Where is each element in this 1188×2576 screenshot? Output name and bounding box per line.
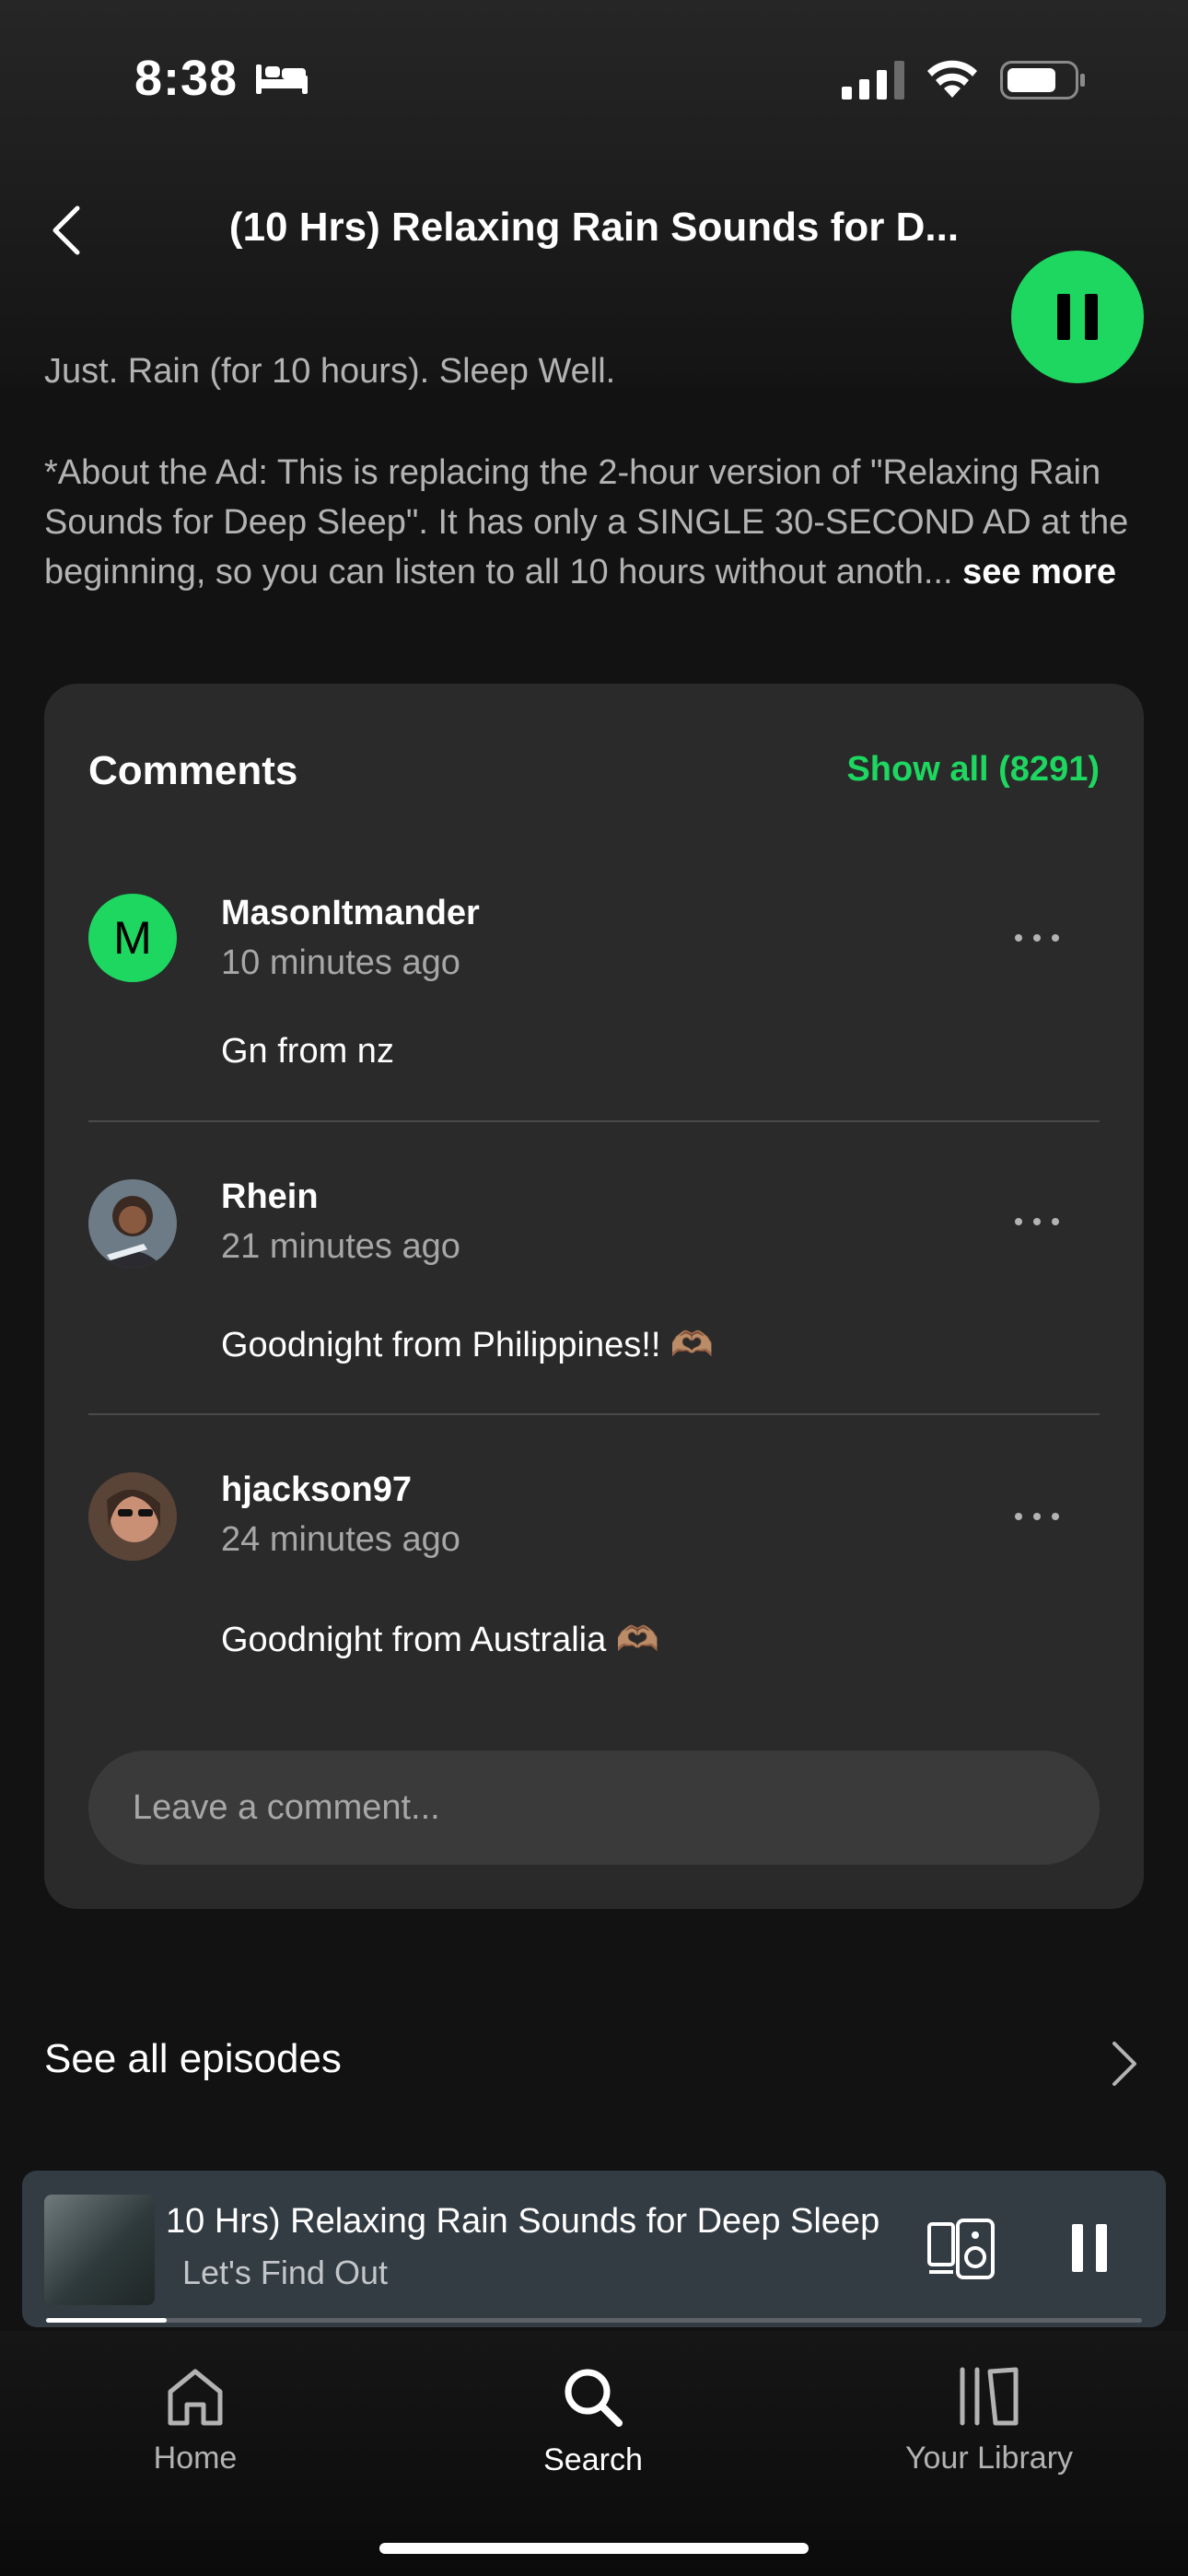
mini-player-pause-button[interactable] [1072, 2224, 1107, 2272]
mini-player-artwork [44, 2195, 155, 2305]
see-all-episodes-link[interactable]: See all episodes [44, 2036, 342, 2082]
comment-text: Gn from nz [221, 1032, 394, 1071]
comment-text: Goodnight from Australia 🫶🏽 [221, 1621, 660, 1659]
page-title: (10 Hrs) Relaxing Rain Sounds for D... [228, 205, 960, 250]
battery-icon [1000, 61, 1085, 100]
more-options-icon[interactable] [1015, 1507, 1074, 1526]
cellular-signal-icon [842, 61, 904, 100]
show-all-comments-link[interactable]: Show all (8291) [792, 750, 1100, 790]
comments-card [44, 684, 1144, 1909]
search-icon [565, 2369, 623, 2427]
sleep-focus-icon [256, 64, 308, 94]
avatar[interactable] [88, 1179, 177, 1268]
comments-title: Comments [88, 748, 298, 793]
comment-time: 10 minutes ago [221, 943, 460, 982]
home-icon [168, 2369, 223, 2426]
avatar-photo [88, 1179, 177, 1268]
comment-text: Goodnight from Philippines!! 🫶🏽 [221, 1326, 715, 1364]
nav-search[interactable]: Search [455, 2366, 731, 2478]
nav-search-label: Search [543, 2442, 643, 2477]
episode-description-line: Just. Rain (for 10 hours). Sleep Well. [44, 352, 616, 391]
library-icon [960, 2367, 1019, 2426]
back-chevron-icon[interactable] [48, 205, 85, 256]
comment-author[interactable]: MasonItmander [221, 894, 480, 933]
nav-home[interactable]: Home [57, 2366, 333, 2476]
playback-progress-track [46, 2318, 1142, 2323]
mini-player-title: 10 Hrs) Relaxing Rain Sounds for Deep Sl… [166, 2202, 880, 2241]
chevron-right-icon[interactable] [1111, 2040, 1138, 2088]
more-options-icon[interactable] [1015, 1212, 1074, 1231]
status-time: 8:38 [134, 51, 239, 106]
comment-author[interactable]: Rhein [221, 1177, 319, 1217]
avatar-initial: M [113, 912, 152, 964]
pause-button[interactable] [1011, 251, 1144, 383]
avatar-photo [88, 1472, 177, 1561]
connect-device-icon[interactable] [926, 2219, 996, 2279]
comment-divider [88, 1120, 1100, 1122]
see-more-link[interactable]: see more [962, 553, 1116, 591]
pause-icon [1057, 294, 1098, 340]
comment-input[interactable] [88, 1751, 1100, 1865]
avatar[interactable]: M [88, 894, 177, 982]
more-options-icon[interactable] [1015, 929, 1074, 947]
playback-progress-fill [46, 2318, 167, 2323]
mini-player-subtitle: Let's Find Out [182, 2254, 388, 2291]
avatar[interactable] [88, 1472, 177, 1561]
home-indicator [379, 2543, 809, 2554]
nav-home-label: Home [153, 2441, 238, 2476]
wifi-icon [927, 60, 977, 98]
episode-description: *About the Ad: This is replacing the 2-h… [44, 448, 1149, 597]
comment-time: 24 minutes ago [221, 1520, 460, 1559]
comment-divider [88, 1413, 1100, 1415]
comment-time: 21 minutes ago [221, 1227, 460, 1266]
nav-your-library[interactable]: Your Library [851, 2366, 1127, 2476]
nav-library-label: Your Library [904, 2441, 1074, 2476]
comment-author[interactable]: hjackson97 [221, 1470, 412, 1510]
